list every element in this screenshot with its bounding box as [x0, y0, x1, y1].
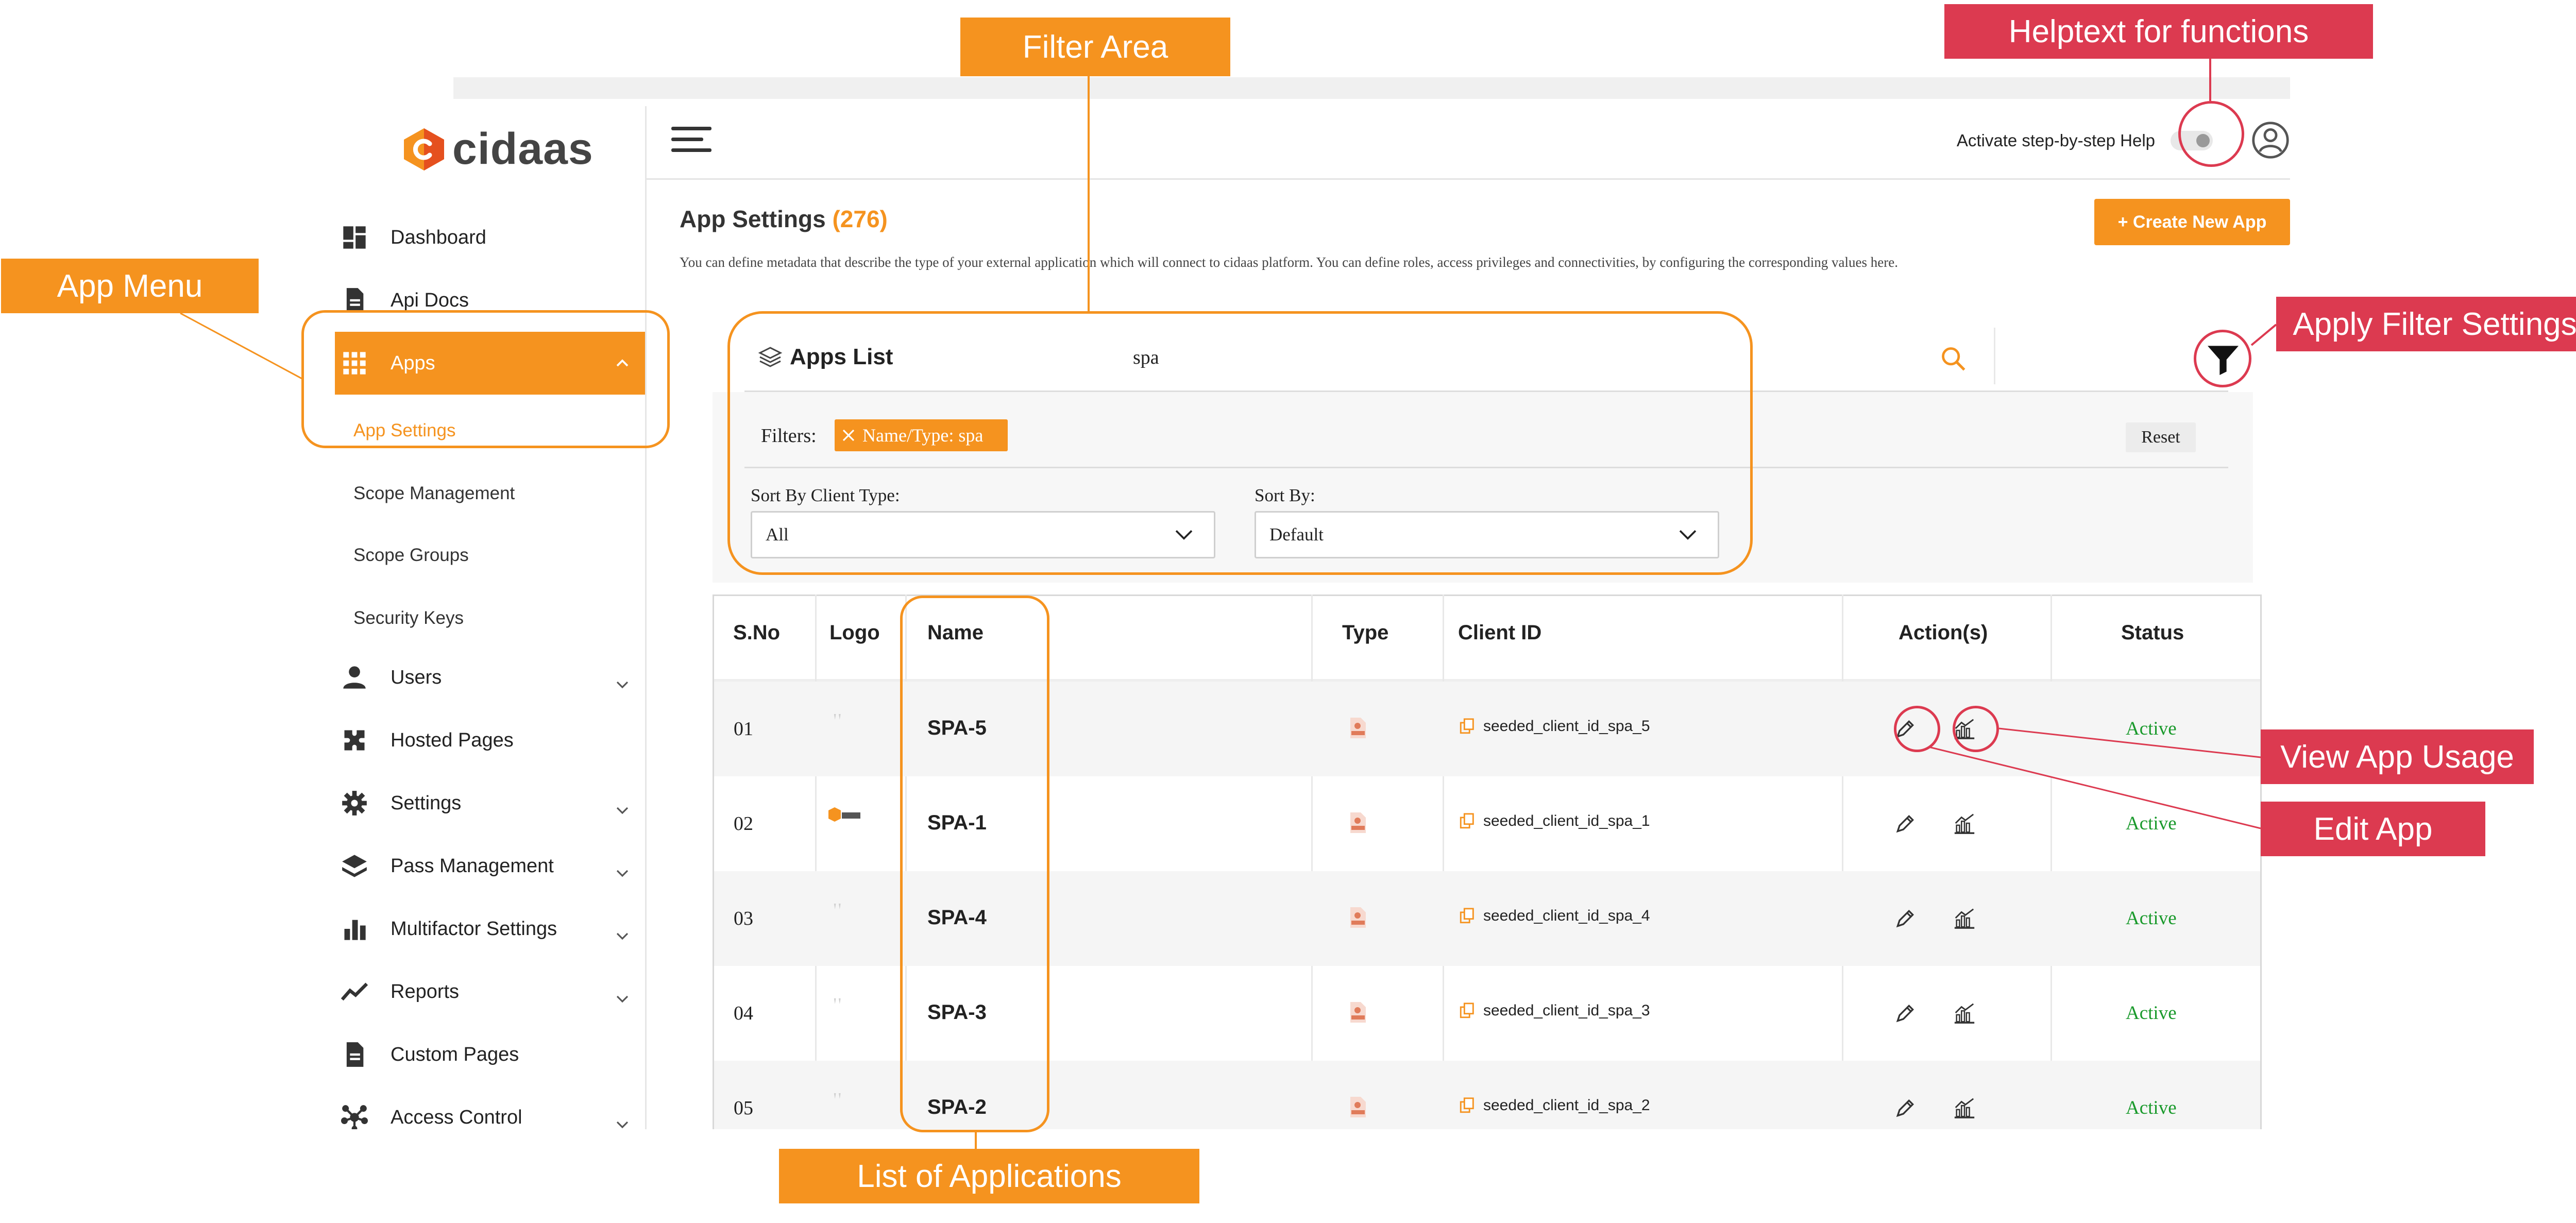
annotation-lines	[180, 59, 2277, 829]
